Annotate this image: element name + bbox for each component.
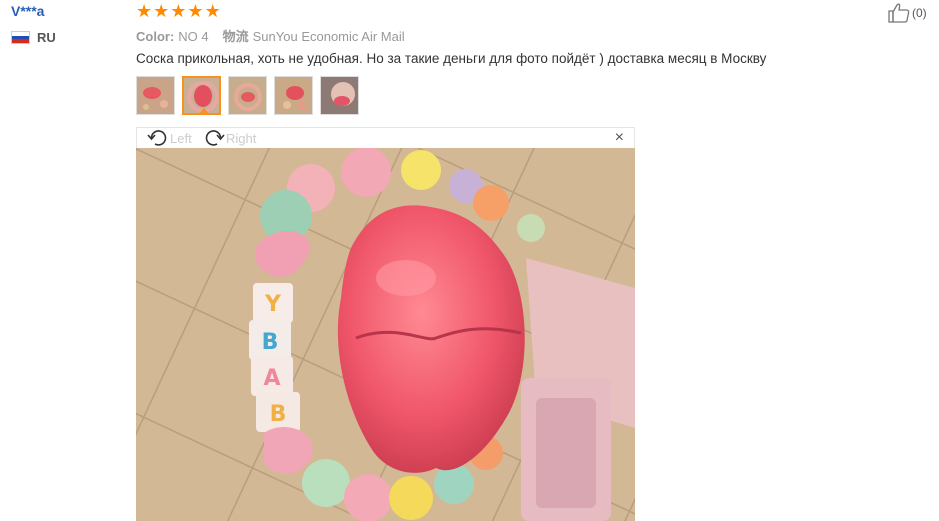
svg-text:B: B xyxy=(270,402,287,427)
shipping-label: 物流 xyxy=(222,29,249,44)
thumbs-up-icon[interactable] xyxy=(888,3,910,23)
close-icon[interactable]: × xyxy=(615,129,624,147)
rotate-left-label: Left xyxy=(170,130,192,146)
star-icon: ★ xyxy=(136,1,153,21)
russia-flag-icon xyxy=(11,31,30,44)
photo-viewer-toolbar: Left Right × xyxy=(136,127,635,148)
reviewer-country: RU xyxy=(11,30,56,45)
review-photo-large[interactable]: Y B A B xyxy=(136,148,635,521)
rotate-right-icon[interactable] xyxy=(203,128,225,148)
photo-thumbnail[interactable] xyxy=(320,76,359,115)
photo-thumbnail[interactable] xyxy=(136,76,175,115)
star-icon: ★ xyxy=(170,1,187,21)
helpful-button[interactable]: (0) xyxy=(888,3,927,23)
color-value: NO 4 xyxy=(178,29,209,44)
shipping-value: SunYou Economic Air Mail xyxy=(252,29,405,44)
star-icon: ★ xyxy=(204,1,221,21)
rotate-left-icon[interactable] xyxy=(147,128,169,148)
star-icon: ★ xyxy=(153,1,170,21)
rotate-left-button[interactable]: Left xyxy=(147,128,192,148)
photo-thumbnail[interactable] xyxy=(274,76,313,115)
rotate-right-label: Right xyxy=(226,130,257,146)
photo-thumbnail[interactable] xyxy=(228,76,267,115)
svg-text:B: B xyxy=(262,330,279,355)
country-code: RU xyxy=(37,30,56,45)
photo-thumbnails xyxy=(136,76,359,115)
svg-text:Y: Y xyxy=(264,292,282,317)
star-rating: ★ ★ ★ ★ ★ xyxy=(136,2,221,20)
color-label: Color: xyxy=(136,29,175,44)
photo-thumbnail-selected[interactable] xyxy=(182,76,221,115)
review-text: Соска прикольная, хоть не удобная. Но за… xyxy=(136,51,767,66)
rotate-right-button[interactable]: Right xyxy=(203,128,256,148)
helpful-count: (0) xyxy=(912,6,927,20)
selected-indicator xyxy=(199,108,209,113)
reviewer-name: V***a xyxy=(11,3,45,19)
star-icon: ★ xyxy=(187,1,204,21)
review-attributes: Color: NO 4 物流 SunYou Economic Air Mail xyxy=(136,26,419,45)
svg-text:A: A xyxy=(263,366,280,391)
